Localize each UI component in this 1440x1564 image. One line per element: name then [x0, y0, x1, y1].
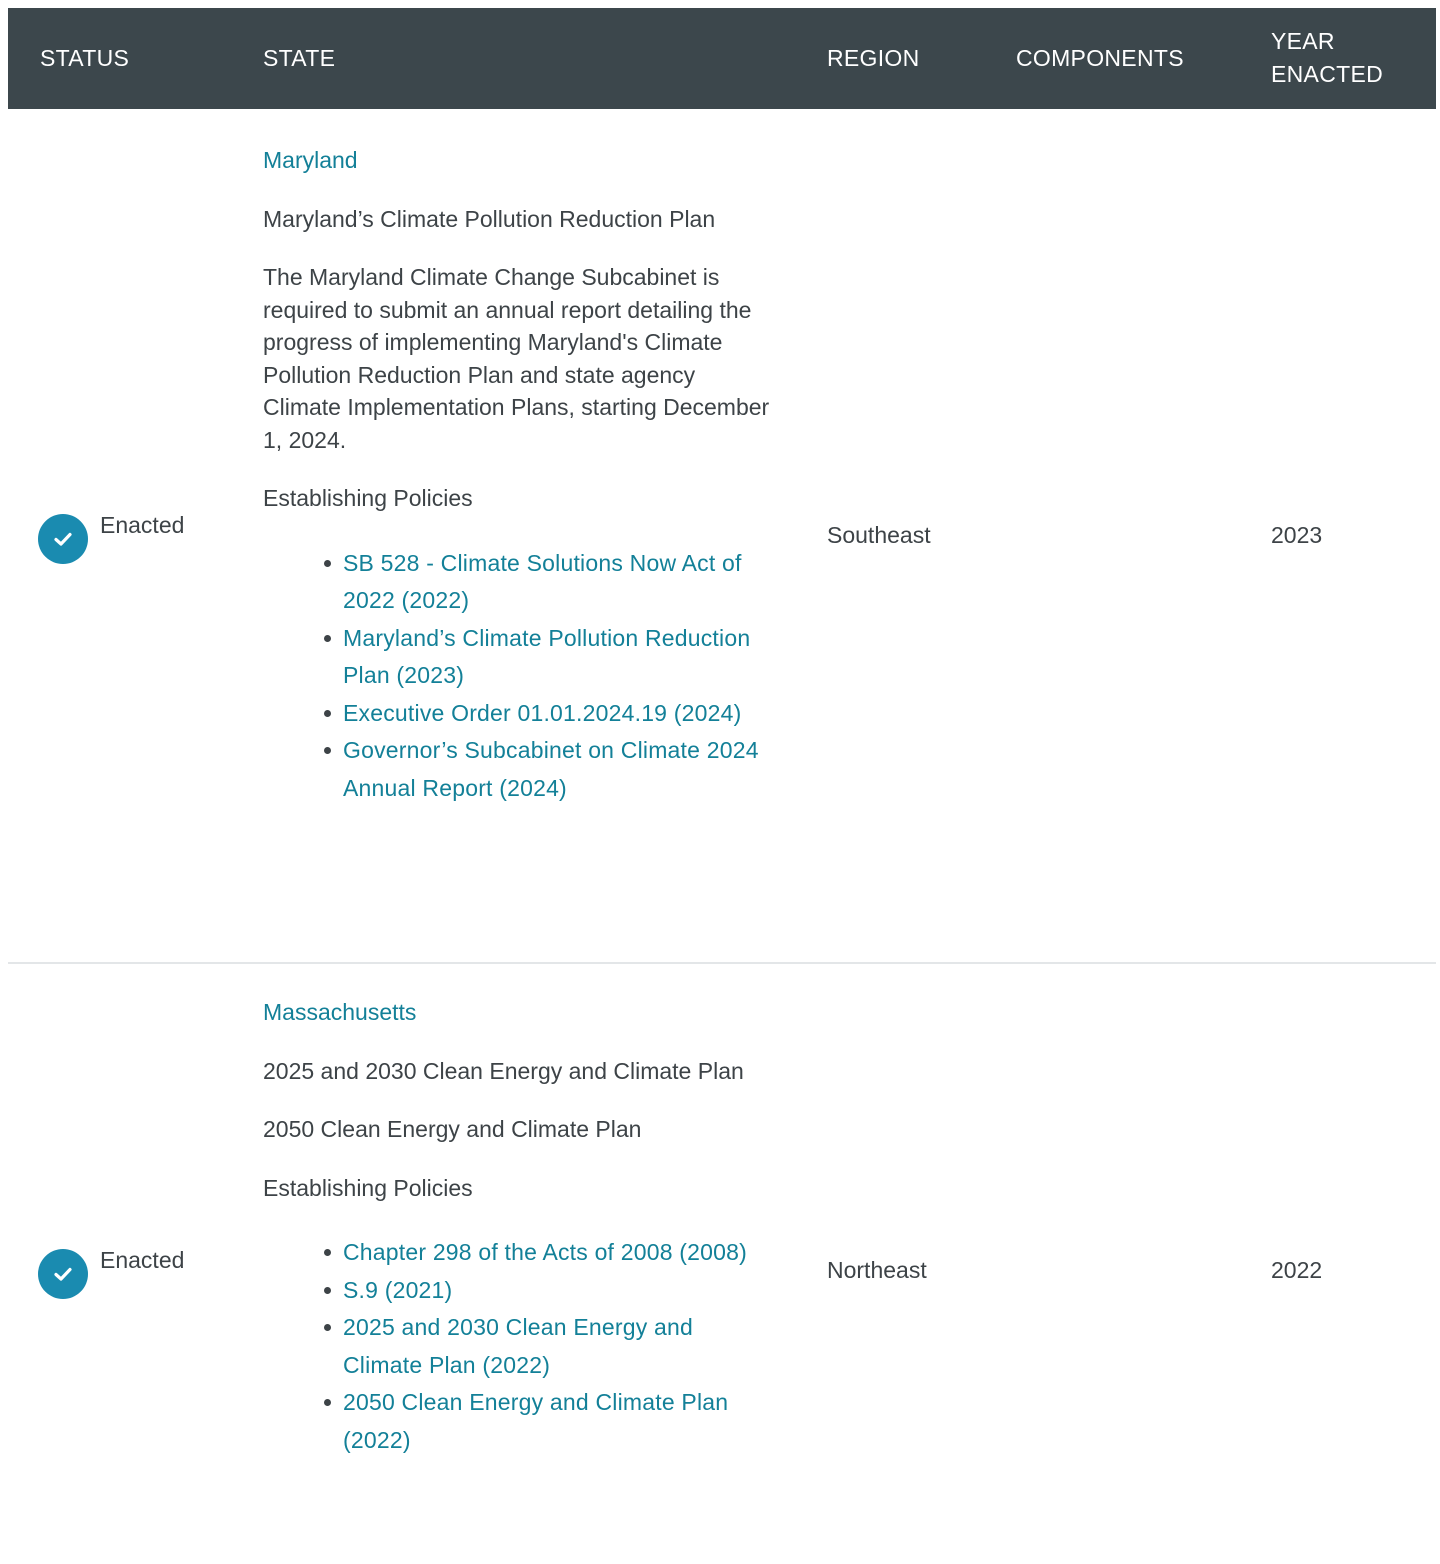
region-cell: Northeast — [827, 1257, 927, 1283]
policy-link[interactable]: SB 528 - Climate Solutions Now Act of 20… — [343, 550, 742, 614]
state-cell: Massachusetts 2025 and 2030 Clean Energy… — [263, 996, 773, 1459]
list-item: Executive Order 01.01.2024.19 (2024) — [324, 695, 773, 733]
state-link-massachusetts[interactable]: Massachusetts — [263, 996, 773, 1029]
policy-link[interactable]: Governor’s Subcabinet on Climate 2024 An… — [343, 737, 759, 801]
plan-description: The Maryland Climate Change Subcabinet i… — [263, 264, 770, 453]
policy-list: Chapter 298 of the Acts of 2008 (2008) S… — [263, 1234, 773, 1459]
year-enacted-cell: 2023 — [1271, 522, 1323, 548]
policy-link[interactable]: Chapter 298 of the Acts of 2008 (2008) — [343, 1239, 747, 1265]
header-status[interactable]: STATUS — [40, 42, 129, 75]
check-circle-icon — [38, 514, 88, 564]
status-cell: Enacted — [38, 511, 185, 564]
region-cell: Southeast — [827, 522, 931, 548]
plan-title: Maryland’s Climate Pollution Reduction P… — [263, 205, 716, 232]
status-badge: Enacted — [100, 1246, 185, 1273]
year-enacted-cell: 2022 — [1271, 1257, 1323, 1283]
list-item: 2025 and 2030 Clean Energy and Climate P… — [324, 1309, 773, 1384]
status-cell: Enacted — [38, 1246, 185, 1299]
list-item: Maryland’s Climate Pollution Reduction P… — [324, 620, 773, 695]
policy-list: SB 528 - Climate Solutions Now Act of 20… — [263, 545, 773, 808]
list-item: S.9 (2021) — [324, 1272, 773, 1310]
status-badge: Enacted — [100, 511, 185, 538]
check-circle-icon — [38, 1249, 88, 1299]
state-cell: Maryland Maryland’s Climate Pollution Re… — [263, 144, 773, 807]
policies-heading: Establishing Policies — [263, 1174, 473, 1201]
policy-link[interactable]: 2050 Clean Energy and Climate Plan (2022… — [343, 1389, 728, 1453]
table-row: Enacted Maryland Maryland’s Climate Poll… — [8, 109, 1436, 964]
policy-link[interactable]: S.9 (2021) — [343, 1277, 452, 1303]
policy-link[interactable]: Executive Order 01.01.2024.19 (2024) — [343, 700, 741, 726]
header-year-enacted[interactable]: YEAR ENACTED — [1271, 25, 1421, 91]
state-link-maryland[interactable]: Maryland — [263, 144, 773, 177]
list-item: 2050 Clean Energy and Climate Plan (2022… — [324, 1384, 773, 1459]
list-item: SB 528 - Climate Solutions Now Act of 20… — [324, 545, 773, 620]
list-item: Chapter 298 of the Acts of 2008 (2008) — [324, 1234, 773, 1272]
plan-title-2: 2050 Clean Energy and Climate Plan — [263, 1116, 642, 1142]
plan-title: 2025 and 2030 Clean Energy and Climate P… — [263, 1057, 744, 1084]
header-components[interactable]: COMPONENTS — [1016, 42, 1184, 75]
policy-table: STATUS STATE REGION COMPONENTS YEAR ENAC… — [8, 8, 1436, 1453]
policy-link[interactable]: 2025 and 2030 Clean Energy and Climate P… — [343, 1314, 693, 1378]
table-header: STATUS STATE REGION COMPONENTS YEAR ENAC… — [8, 8, 1436, 109]
header-region[interactable]: REGION — [827, 42, 920, 75]
table-row: Enacted Massachusetts 2025 and 2030 Clea… — [8, 964, 1436, 1564]
policy-link[interactable]: Maryland’s Climate Pollution Reduction P… — [343, 625, 750, 689]
header-state[interactable]: STATE — [263, 42, 335, 75]
list-item: Governor’s Subcabinet on Climate 2024 An… — [324, 732, 773, 807]
policies-heading: Establishing Policies — [263, 485, 473, 511]
